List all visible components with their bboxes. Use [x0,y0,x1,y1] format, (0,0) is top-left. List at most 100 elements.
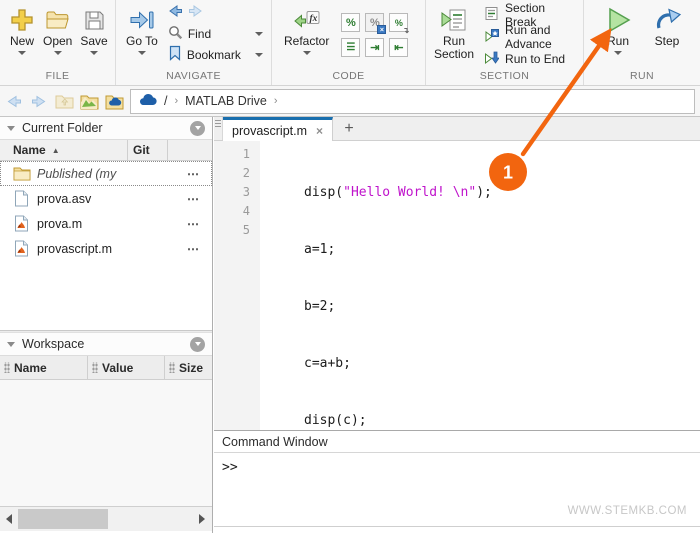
file-row-prova-asv[interactable]: prova.asv ⋯ [0,186,212,211]
refactor-icon: fx [292,5,322,35]
svg-text:fx: fx [309,14,317,24]
row-actions-button[interactable]: ⋯ [187,167,200,181]
nav-back-icon[interactable] [3,90,25,112]
open-button[interactable]: Open [39,3,76,57]
folder-up-icon[interactable] [53,90,75,112]
smart-indent-button[interactable]: ☰ [341,38,360,57]
step-button[interactable]: Step [648,3,686,50]
cloud-icon [139,93,157,109]
new-label: New [10,35,34,48]
file-row-prova-m[interactable]: prova.m ⋯ [0,211,212,236]
wrap-comments-icon: % [395,18,403,28]
run-to-end-label: Run to End [505,52,565,66]
code-text[interactable]: disp("Hello World! \n"); a=1; b=2; c=a+b… [260,141,700,430]
breadcrumb: / › MATLAB Drive › [130,89,695,114]
run-label: Run [607,35,629,48]
row-actions-button[interactable]: ⋯ [187,217,200,231]
column-header-git[interactable]: Git [128,140,168,160]
collapse-triangle-icon[interactable] [7,342,15,347]
goto-icon [128,5,156,35]
run-section-button[interactable]: Run Section [430,3,478,63]
new-dropdown-chevron[interactable] [18,51,26,55]
breadcrumb-root[interactable]: / [164,94,167,108]
goto-dropdown-chevron[interactable] [138,51,146,55]
refactor-button[interactable]: fx Refactor [280,3,333,57]
code-line-5: disp(c); [304,411,700,430]
file-row-provascript-m[interactable]: provascript.m ⋯ [0,236,212,261]
refactor-label: Refactor [284,35,329,48]
workspace-column-size[interactable]: Size [165,356,212,379]
tab-provascript[interactable]: provascript.m × [223,117,333,141]
workspace-column-name[interactable]: Name [0,356,88,379]
matlab-online-window: New Open Save FILE [0,0,700,533]
drag-handle-icon [169,362,175,373]
current-folder-header: Current Folder [0,117,212,140]
file-name: Published (my [37,167,116,181]
run-and-advance-button[interactable]: Run and Advance [478,26,583,48]
save-dropdown-chevron[interactable] [90,51,98,55]
code-editor[interactable]: 1 2 3 4 5 disp("Hello World! \n"); a=1; … [214,141,700,430]
wrap-comments-button[interactable]: %↴ [389,13,408,32]
comment-percent-icon: % [346,17,356,29]
bookmark-dropdown-chevron[interactable] [255,53,263,57]
new-button[interactable]: New [5,3,39,57]
row-actions-button[interactable]: ⋯ [187,242,200,256]
uncomment-button[interactable]: %× [365,13,384,32]
run-and-advance-label: Run and Advance [505,23,577,51]
browse-folder-icon[interactable] [78,90,100,112]
save-floppy-icon [82,5,107,35]
line-number: 5 [214,221,250,240]
tab-list-handle[interactable] [214,117,223,140]
bookmark-button[interactable]: Bookmark [162,44,271,65]
refactor-dropdown-chevron[interactable] [303,51,311,55]
current-folder-menu-icon[interactable] [190,121,205,136]
scroll-right-icon[interactable] [199,514,205,524]
run-dropdown-chevron[interactable] [614,51,622,55]
column-header-name[interactable]: Name ▲ [0,140,128,160]
goto-label: Go To [126,35,158,48]
indent-right-button[interactable]: ⇥ [365,38,384,57]
sort-ascending-icon: ▲ [52,146,60,155]
matlab-drive-folder-icon[interactable] [103,90,125,112]
file-row-published[interactable]: Published (my ⋯ [0,161,212,186]
workspace-column-value[interactable]: Value [88,356,165,379]
ribbon-section-file: New Open Save FILE [0,0,116,85]
tab-close-icon[interactable]: × [316,124,323,138]
new-tab-button[interactable]: + [333,117,365,140]
breadcrumb-separator: › [174,95,178,107]
run-to-end-button[interactable]: Run to End [478,48,583,70]
line-number: 3 [214,183,250,202]
breadcrumb-matlab-drive[interactable]: MATLAB Drive [185,94,267,108]
line-number: 4 [214,202,250,221]
find-dropdown-chevron[interactable] [255,32,263,36]
file-name: provascript.m [37,242,112,256]
scroll-left-icon[interactable] [6,514,12,524]
run-button[interactable]: Run [598,3,638,57]
goto-button[interactable]: Go To [122,3,162,57]
workspace-menu-icon[interactable] [190,337,205,352]
open-dropdown-chevron[interactable] [54,51,62,55]
command-prompt[interactable]: >> [214,453,700,482]
run-icon [602,5,634,35]
save-label: Save [80,35,107,48]
line-number: 2 [214,164,250,183]
horizontal-scrollbar[interactable] [0,506,212,531]
matlab-file-icon [13,215,31,232]
ribbon-section-navigate: Go To Find [116,0,272,85]
indent-left-button[interactable]: ⇤ [389,38,408,57]
bookmark-label: Bookmark [187,48,241,62]
back-icon[interactable] [168,4,183,21]
find-button[interactable]: Find [162,23,271,44]
matlab-file-icon [13,240,31,257]
step-label: Step [655,35,680,48]
scrollbar-thumb[interactable] [18,509,108,529]
save-button[interactable]: Save [76,3,111,57]
nav-forward-icon[interactable] [28,90,50,112]
string-token: "Hello World! \n" [343,185,476,200]
comment-button[interactable]: % [341,13,360,32]
collapse-triangle-icon[interactable] [7,126,15,131]
column-header-blank[interactable] [168,140,212,160]
forward-icon[interactable] [188,4,203,21]
row-actions-button[interactable]: ⋯ [187,192,200,206]
command-window-body[interactable]: >> WWW.STEMKB.COM [214,453,700,526]
